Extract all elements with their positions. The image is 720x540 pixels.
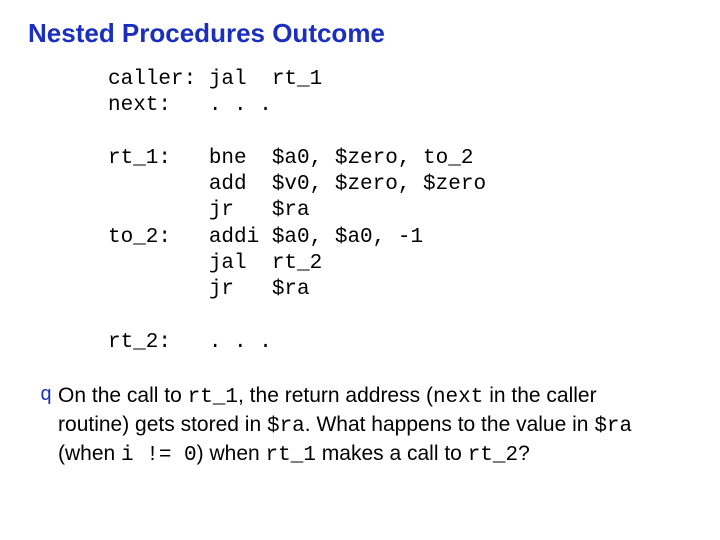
bullet-row: q On the call to rt_1, the return addres…	[28, 382, 692, 470]
explanation-paragraph: On the call to rt_1, the return address …	[58, 382, 662, 470]
code-token: $ra	[594, 415, 632, 438]
code-line: jal rt_2	[108, 252, 322, 275]
code-line: to_2: addi $a0, $a0, -1	[108, 226, 423, 249]
para-text: (when	[58, 442, 121, 465]
para-text: ?	[518, 442, 530, 465]
code-token: rt_1	[188, 386, 238, 409]
para-text: . What happens to the value in	[305, 413, 595, 436]
code-token: rt_2	[468, 444, 518, 467]
code-token: i != 0	[121, 444, 197, 467]
code-line: rt_1: bne $a0, $zero, to_2	[108, 147, 473, 170]
code-line: add $v0, $zero, $zero	[108, 173, 486, 196]
para-text: ) when	[197, 442, 266, 465]
code-line: caller: jal rt_1	[108, 68, 322, 91]
para-text: On the call to	[58, 384, 188, 407]
code-line: jr $ra	[108, 199, 310, 222]
para-text: makes a call to	[316, 442, 468, 465]
para-text: , the return address (	[238, 384, 433, 407]
code-token: next	[433, 386, 483, 409]
code-block: caller: jal rt_1 next: . . . rt_1: bne $…	[108, 67, 692, 356]
slide-title: Nested Procedures Outcome	[28, 18, 692, 49]
code-line: next: . . .	[108, 94, 272, 117]
code-line: jr $ra	[108, 278, 310, 301]
code-token: rt_1	[266, 444, 316, 467]
code-line: rt_2: . . .	[108, 331, 272, 354]
code-token: $ra	[267, 415, 305, 438]
bullet-icon: q	[40, 382, 58, 470]
